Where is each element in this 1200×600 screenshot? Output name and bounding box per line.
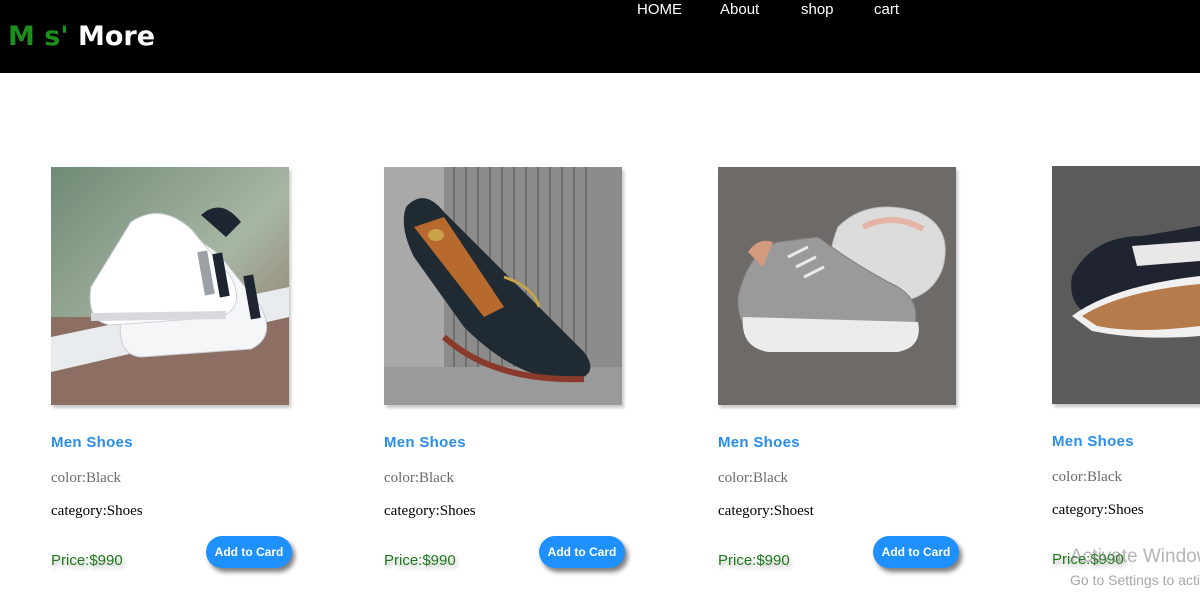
nav-shop-link[interactable]: shop	[801, 0, 834, 20]
product-category: category:Shoest	[718, 503, 814, 519]
white-sneakers-image[interactable]	[51, 167, 289, 405]
product-price: Price:$990	[718, 552, 790, 569]
product-card: Men Shoes color:Black category:Shoes Pri…	[1052, 166, 1200, 586]
product-category: category:Shoes	[384, 503, 476, 519]
nav-about-link[interactable]: About	[720, 0, 759, 20]
product-card: Men Shoes color:Black category:Shoest Pr…	[718, 167, 963, 587]
product-color: color:Black	[384, 470, 454, 486]
brand-name: More	[78, 21, 156, 52]
brand-logo[interactable]: M s' More	[8, 20, 155, 54]
add-to-card-button[interactable]: Add to Card	[539, 536, 625, 568]
product-title[interactable]: Men Shoes	[1052, 433, 1134, 450]
add-to-card-button[interactable]: Add to Card	[873, 536, 959, 568]
product-category: category:Shoes	[1052, 502, 1144, 518]
nav-cart-link[interactable]: cart	[874, 0, 899, 20]
product-price: Price:$990	[51, 552, 123, 569]
product-category: category:Shoes	[51, 503, 143, 519]
product-title[interactable]: Men Shoes	[718, 434, 800, 451]
nav-home-link[interactable]: HOME	[637, 0, 682, 20]
product-title[interactable]: Men Shoes	[384, 434, 466, 451]
black-canvas-shoes-image[interactable]	[1052, 166, 1200, 404]
product-price: Price:$990	[1052, 551, 1124, 568]
product-card: Men Shoes color:Black category:Shoes Pri…	[51, 167, 296, 587]
product-price: Price:$990	[384, 552, 456, 569]
product-title[interactable]: Men Shoes	[51, 434, 133, 451]
top-navbar: M s' More HOME About shop cart	[0, 0, 1200, 73]
product-color: color:Black	[51, 470, 121, 486]
brand-initials: M s'	[8, 21, 69, 52]
product-color: color:Black	[718, 470, 788, 486]
product-card: Men Shoes color:Black category:Shoes Pri…	[384, 167, 629, 587]
grey-sneakers-image[interactable]	[718, 167, 956, 405]
product-color: color:Black	[1052, 469, 1122, 485]
black-loafer-image[interactable]	[384, 167, 622, 405]
add-to-card-button[interactable]: Add to Card	[206, 536, 292, 568]
